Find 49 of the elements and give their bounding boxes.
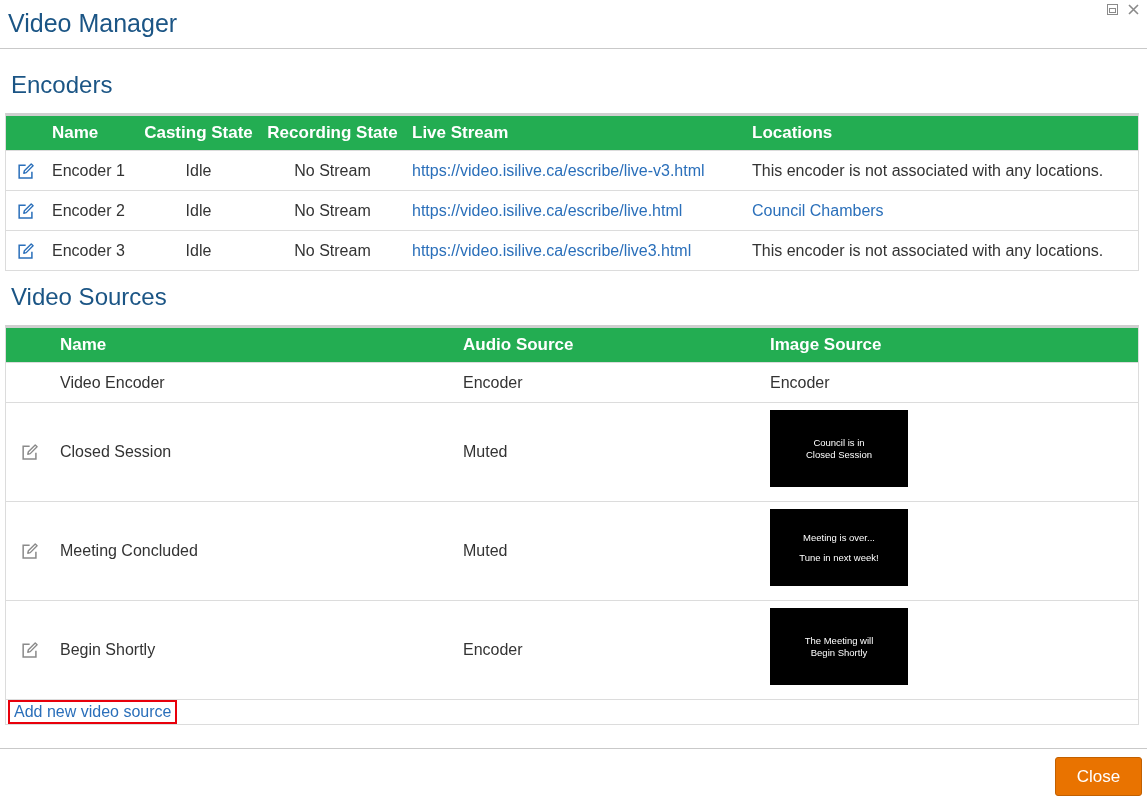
column-header: Audio Source (463, 335, 574, 354)
recording-state: No Stream (294, 241, 371, 259)
casting-state: Idle (185, 161, 212, 179)
slide-text: The Meeting will Begin Shortly (804, 635, 874, 658)
edit-icon[interactable] (18, 162, 34, 179)
column-header: Name (52, 123, 99, 142)
column-header: Name (60, 335, 107, 354)
audio-source: Muted (463, 542, 508, 559)
restore-icon[interactable] (1107, 4, 1118, 15)
audio-source: Encoder (463, 373, 523, 391)
slide-text: Meeting is over... (803, 532, 875, 544)
window-title: Video Manager (7, 8, 178, 39)
location-text: This encoder is not associated with any locations. (752, 241, 1104, 259)
column-header: Live Stream (412, 123, 509, 142)
stream-link[interactable]: https://video.isilive.ca/escribe/live.html (412, 201, 683, 219)
slide-text: Tune in next week! (799, 551, 879, 563)
slide-text: Council is in Closed Session (806, 437, 872, 460)
casting-state: Idle (185, 201, 212, 219)
column-header: Recording State (267, 123, 398, 142)
column-header: Casting State (144, 123, 253, 142)
encoder-name: Encoder 1 (52, 161, 125, 179)
close-icon[interactable] (1128, 4, 1139, 15)
column-header: Image Source (770, 335, 882, 354)
source-name: Meeting Concluded (60, 542, 198, 559)
stream-link[interactable]: https://video.isilive.ca/escribe/live3.html (412, 241, 692, 259)
add-source-link[interactable]: Add new video source (8, 700, 178, 724)
audio-source: Muted (463, 443, 508, 460)
source-name: Video Encoder (60, 373, 165, 391)
edit-icon[interactable] (22, 444, 38, 460)
casting-state: Idle (185, 241, 212, 259)
edit-icon[interactable] (18, 202, 34, 219)
column-header: Locations (752, 123, 833, 142)
close-button[interactable]: Close (1055, 757, 1142, 796)
edit-icon[interactable] (18, 242, 34, 259)
recording-state: No Stream (294, 201, 371, 219)
image-source: Encoder (770, 373, 830, 391)
encoder-name: Encoder 3 (52, 241, 125, 259)
section-heading: Video Sources (10, 283, 167, 310)
encoder-name: Encoder 2 (52, 201, 125, 219)
source-name: Begin Shortly (60, 641, 156, 658)
source-name: Closed Session (60, 443, 172, 460)
location-link[interactable]: Council Chambers (752, 201, 884, 219)
section-heading: Encoders (10, 71, 113, 98)
audio-source: Encoder (463, 641, 523, 658)
location-text: This encoder is not associated with any locations. (752, 161, 1104, 179)
edit-icon[interactable] (22, 543, 38, 559)
recording-state: No Stream (294, 161, 371, 179)
stream-link[interactable]: https://video.isilive.ca/escribe/live-v3.html (412, 161, 705, 179)
edit-icon[interactable] (22, 642, 38, 658)
